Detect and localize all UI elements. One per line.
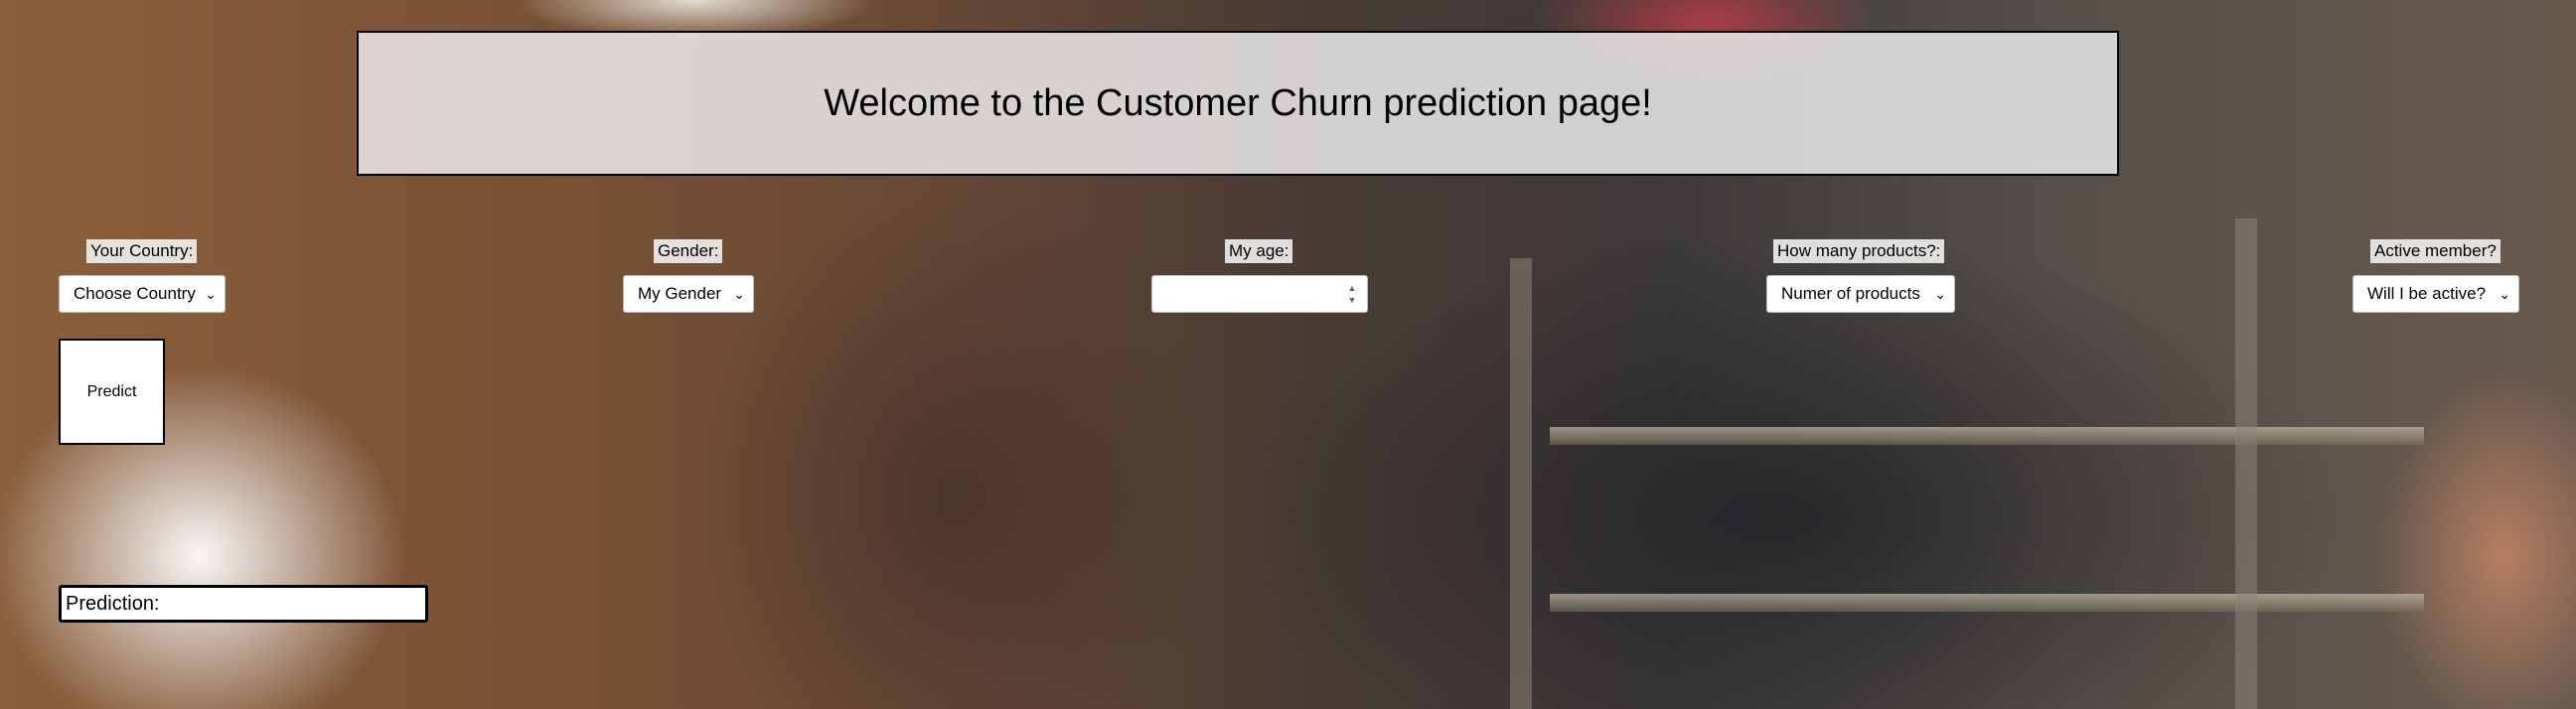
chevron-down-icon: ⌄ xyxy=(1934,286,1946,302)
post-decoration xyxy=(1510,258,1532,709)
spinner-up-icon[interactable]: ▲ xyxy=(1348,283,1357,293)
chevron-down-icon: ⌄ xyxy=(2499,286,2510,302)
chevron-down-icon: ⌄ xyxy=(733,286,745,302)
age-input[interactable]: ▲ ▼ xyxy=(1151,275,1368,313)
gender-select[interactable]: My Gender ⌄ xyxy=(623,275,754,313)
country-select-value: Choose Country xyxy=(74,284,196,303)
title-banner: Welcome to the Customer Churn prediction… xyxy=(357,31,2119,176)
products-select[interactable]: Numer of products ⌄ xyxy=(1766,275,1955,313)
products-label: How many products?: xyxy=(1773,239,1945,263)
spinner-arrows-icon[interactable]: ▲ ▼ xyxy=(1345,283,1359,305)
page-title: Welcome to the Customer Churn prediction… xyxy=(824,81,1652,124)
products-select-value: Numer of products xyxy=(1781,284,1920,303)
prediction-output: Prediction: xyxy=(59,585,428,623)
active-label: Active member? xyxy=(2370,239,2500,263)
age-label: My age: xyxy=(1225,239,1293,263)
country-select[interactable]: Choose Country ⌄ xyxy=(59,275,226,313)
gender-label: Gender: xyxy=(654,239,723,263)
active-select[interactable]: Will I be active? ⌄ xyxy=(2352,275,2519,313)
shelf-decoration xyxy=(1550,594,2424,612)
chevron-down-icon: ⌄ xyxy=(205,286,217,302)
spinner-down-icon[interactable]: ▼ xyxy=(1348,295,1357,305)
prediction-label: Prediction: xyxy=(66,593,160,615)
shelf-decoration xyxy=(1550,427,2424,445)
active-select-value: Will I be active? xyxy=(2367,284,2487,303)
post-decoration xyxy=(2235,218,2257,709)
predict-button[interactable]: Predict xyxy=(59,339,165,445)
country-label: Your Country: xyxy=(86,239,198,263)
gender-select-value: My Gender xyxy=(638,284,722,303)
